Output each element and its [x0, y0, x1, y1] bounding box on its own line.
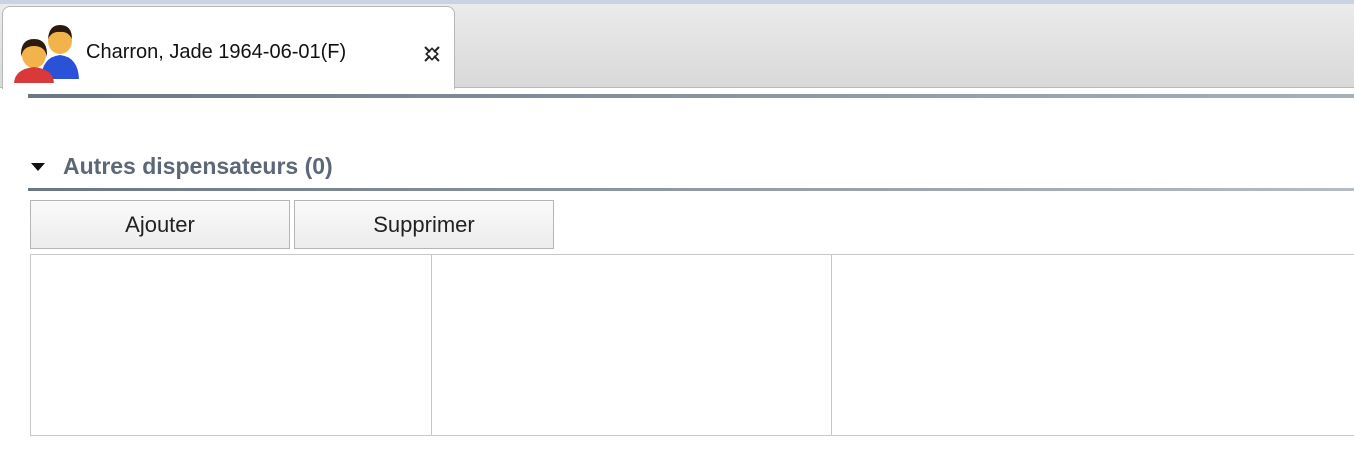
delete-button[interactable]: Supprimer [294, 200, 554, 249]
tab-label: Charron, Jade 1964-06-01(F) [86, 41, 347, 63]
section-title: Autres dispensateurs (0) [63, 153, 333, 179]
close-icon[interactable] [422, 44, 442, 64]
add-button[interactable]: Ajouter [30, 200, 290, 249]
providers-table[interactable] [30, 254, 1354, 436]
editor-tab-bar: Charron, Jade 1964-06-01(F) [0, 0, 1354, 89]
table-column-3[interactable] [832, 255, 1354, 435]
triangle-down-icon[interactable] [30, 161, 46, 173]
patient-couple-icon [14, 25, 79, 83]
top-divider [28, 94, 1354, 98]
section-divider [28, 188, 1354, 191]
patient-tab[interactable]: Charron, Jade 1964-06-01(F) [2, 6, 455, 89]
table-column-1[interactable] [31, 255, 432, 435]
table-column-2[interactable] [432, 255, 832, 435]
section-header-autres-dispensateurs[interactable]: Autres dispensateurs (0) [28, 151, 1354, 191]
tab-bar-top-line [0, 0, 1354, 4]
editor-content: Autres dispensateurs (0) Ajouter Supprim… [0, 89, 1354, 462]
